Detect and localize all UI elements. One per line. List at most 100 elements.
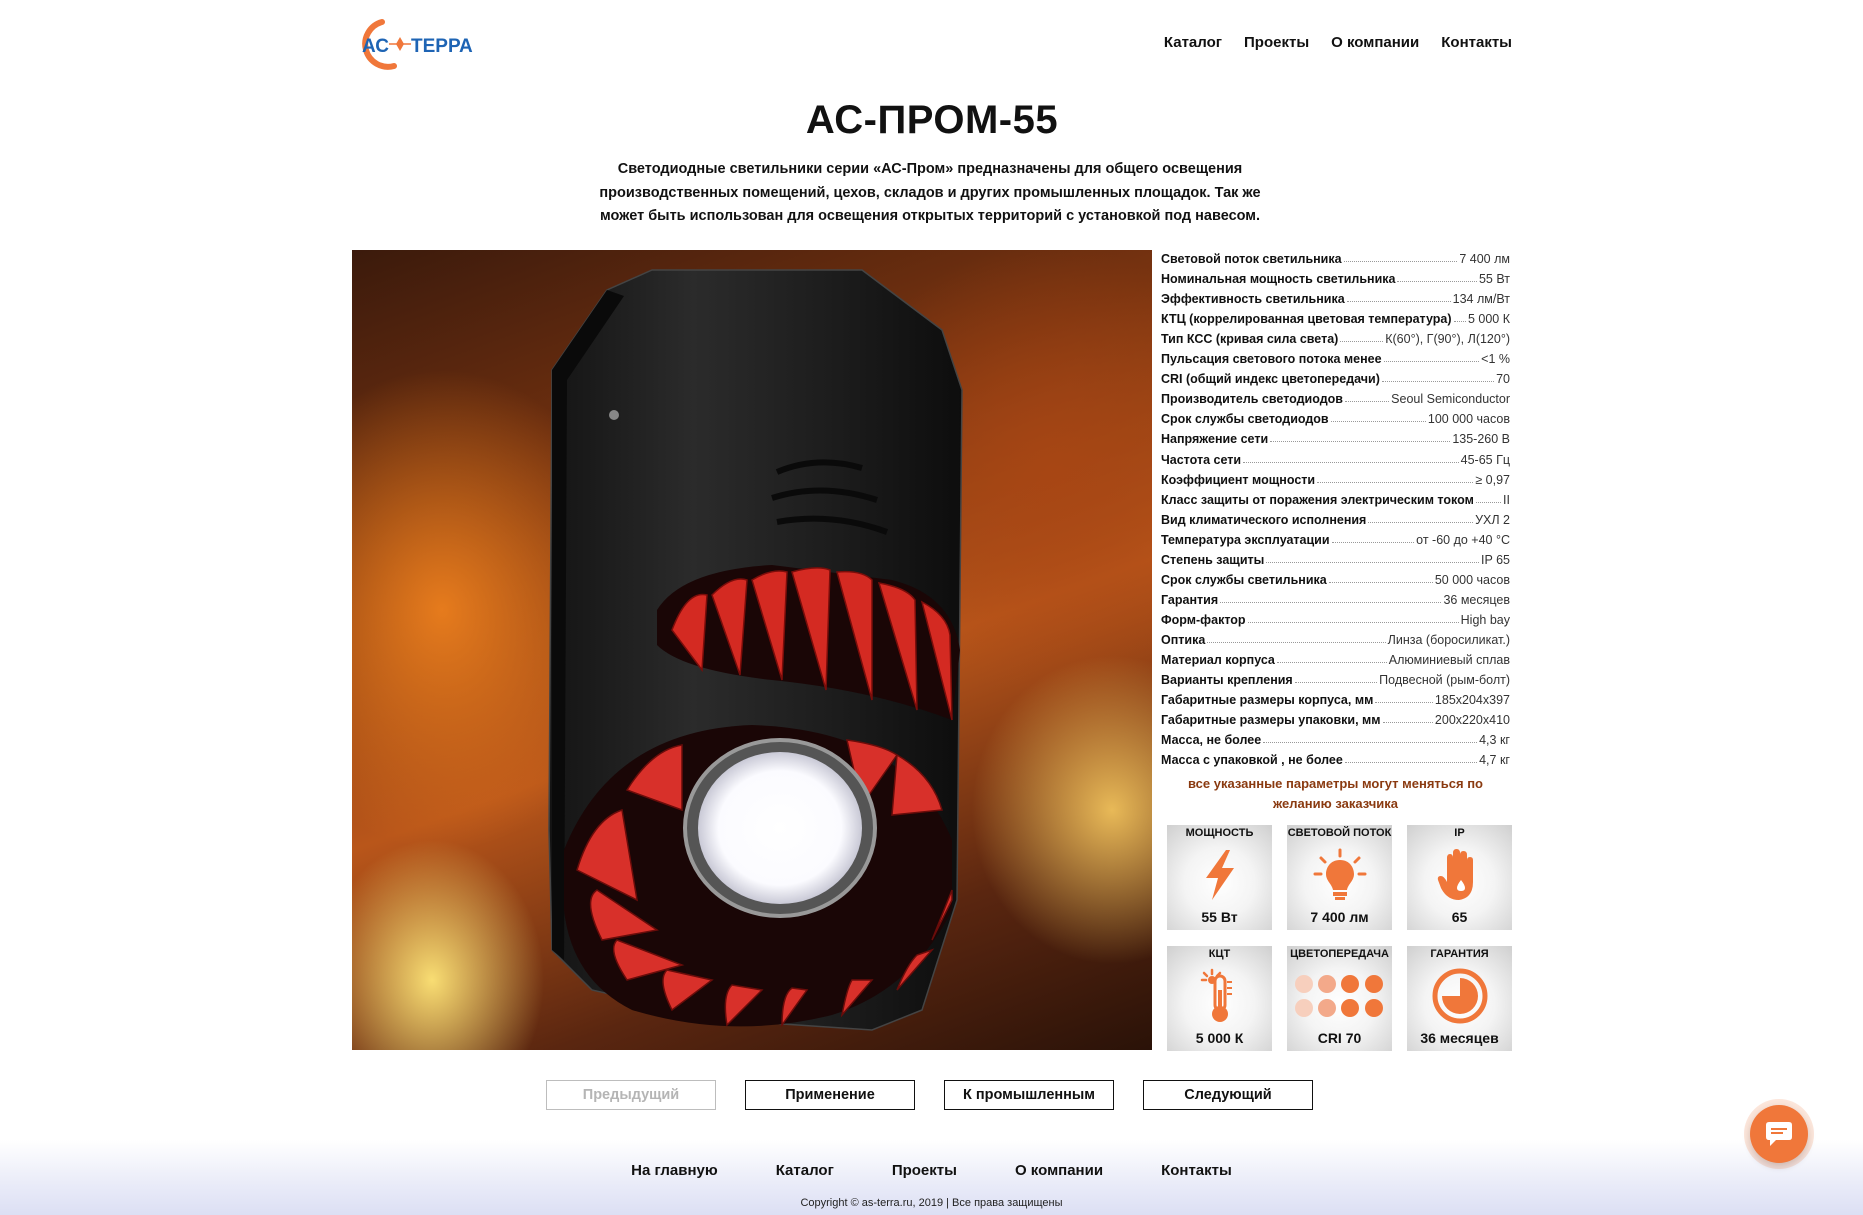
feature-badges: МОЩНОСТЬ 55 Вт СВЕТОВОЙ ПОТОК 7 400 лм I…: [1167, 825, 1512, 1051]
spec-leader: [1294, 682, 1378, 684]
chat-button[interactable]: [1750, 1105, 1808, 1163]
spec-value: 5 000 К: [1467, 312, 1510, 327]
spec-row: Производитель светодиодов Seoul Semicondu…: [1161, 386, 1510, 406]
product-image: [352, 250, 1152, 1050]
spec-key: Эффективность светильника: [1161, 292, 1345, 307]
spec-key: Частота сети: [1161, 452, 1242, 467]
spec-value: 50 000 часов: [1434, 572, 1510, 587]
spec-row: Габаритные размеры упаковки, мм 200х220х4…: [1161, 707, 1510, 727]
spec-leader: [1475, 501, 1502, 503]
spec-row: Материал корпуса Алюминиевый сплав: [1161, 647, 1510, 667]
badge-value: 7 400 лм: [1310, 909, 1369, 925]
spec-value: 185х204х397: [1434, 693, 1510, 708]
bulb-icon: [1313, 848, 1366, 900]
spec-value: 36 месяцев: [1443, 592, 1510, 607]
spec-value: Seoul Semiconductor: [1391, 392, 1510, 407]
spec-leader: [1263, 742, 1478, 744]
spec-row: Световой поток светильника 7 400 лм: [1161, 246, 1510, 266]
clock-icon: [1432, 968, 1487, 1024]
spec-key: Коэффициент мощности: [1161, 472, 1316, 487]
nav-projects[interactable]: Проекты: [1244, 34, 1309, 51]
nav-catalog[interactable]: Каталог: [1164, 34, 1222, 51]
spec-value: <1 %: [1481, 352, 1510, 367]
spec-value: 134 лм/Вт: [1452, 292, 1510, 307]
site-logo[interactable]: АС ТЕРРА: [352, 14, 482, 74]
spec-row: Пульсация светового потока менее <1 %: [1161, 346, 1510, 366]
site-header: АС ТЕРРА Каталог Проекты О компании Конт…: [352, 14, 1512, 74]
spec-key: Пульсация светового потока менее: [1161, 352, 1382, 367]
spec-key: Световой поток светильника: [1161, 252, 1342, 267]
application-button[interactable]: Применение: [745, 1080, 915, 1110]
badge-value: CRI 70: [1317, 1030, 1362, 1046]
spec-leader: [1381, 381, 1495, 383]
spec-key: Габаритные размеры корпуса, мм: [1161, 693, 1374, 708]
badge-label: ЦВЕТОПЕРЕДАЧА: [1290, 948, 1389, 960]
spec-value: 4,7 кг: [1479, 753, 1510, 768]
spec-leader: [1375, 702, 1433, 704]
spec-row: Форм-фактор High bay: [1161, 607, 1510, 627]
spec-leader: [1270, 441, 1451, 443]
spec-value: от -60 до +40 °С: [1416, 532, 1510, 547]
spec-value: IP 65: [1481, 552, 1510, 567]
spec-row: Температура эксплуатации от -60 до +40 °С: [1161, 527, 1510, 547]
spec-leader: [1328, 581, 1433, 583]
footer-nav-catalog[interactable]: Каталог: [776, 1162, 834, 1179]
spec-key: Номинальная мощность светильника: [1161, 272, 1396, 287]
site-footer: На главную Каталог Проекты О компании Ко…: [0, 1140, 1863, 1215]
nav-about[interactable]: О компании: [1331, 34, 1419, 51]
spec-table: Световой поток светильника 7 400 лм Номина…: [1161, 246, 1510, 767]
footer-nav-about[interactable]: О компании: [1015, 1162, 1103, 1179]
spec-value: Алюминиевый сплав: [1388, 652, 1510, 667]
spec-value: Линза (боросиликат.): [1387, 632, 1510, 647]
spec-value: 100 000 часов: [1427, 412, 1510, 427]
footer-nav-home[interactable]: На главную: [631, 1162, 718, 1179]
spec-row: Тип КСС (кривая сила света) К(60°), Г(90°…: [1161, 326, 1510, 346]
spec-leader: [1368, 521, 1474, 523]
spec-value: 70: [1496, 372, 1510, 387]
badge-value: 65: [1451, 909, 1468, 925]
badge-cct: КЦТ 5 000 К: [1167, 946, 1272, 1051]
badge-color-rendering: ЦВЕТОПЕРЕДАЧА CRI 70: [1287, 946, 1392, 1051]
spec-leader: [1207, 641, 1386, 643]
spec-leader: [1340, 341, 1384, 343]
badge-power: МОЩНОСТЬ 55 Вт: [1167, 825, 1272, 930]
hand-water-icon: [1437, 849, 1473, 900]
footer-nav-contacts[interactable]: Контакты: [1161, 1162, 1232, 1179]
next-button[interactable]: Следующий: [1143, 1080, 1313, 1110]
spec-row: Вид климатического исполнения УХЛ 2: [1161, 507, 1510, 527]
spec-key: Оптика: [1161, 632, 1206, 647]
nav-contacts[interactable]: Контакты: [1441, 34, 1512, 51]
product-pager: Предыдущий Применение К промышленным Сле…: [546, 1080, 1313, 1110]
spec-row: Гарантия 36 месяцев: [1161, 587, 1510, 607]
badge-warranty: ГАРАНТИЯ 36 месяцев: [1407, 946, 1512, 1051]
spec-leader: [1346, 301, 1451, 303]
spec-row: Коэффициент мощности ≥ 0,97: [1161, 467, 1510, 487]
spec-leader: [1220, 601, 1442, 603]
spec-leader: [1453, 321, 1466, 323]
spec-leader: [1383, 361, 1480, 363]
to-industrial-button[interactable]: К промышленным: [944, 1080, 1114, 1110]
spec-row: Эффективность светильника 134 лм/Вт: [1161, 286, 1510, 306]
spec-row: Номинальная мощность светильника 55 Вт: [1161, 266, 1510, 286]
dots-icon: [1294, 975, 1383, 1017]
spec-leader: [1247, 621, 1459, 623]
spec-value: 45-65 Гц: [1460, 452, 1510, 467]
spec-leader: [1331, 541, 1415, 543]
badge-label: КЦТ: [1208, 948, 1231, 960]
spec-leader: [1382, 722, 1433, 724]
spec-row: Масса с упаковкой , не более 4,7 кг: [1161, 747, 1510, 767]
logo-mark: АС ТЕРРА: [362, 19, 473, 70]
badge-label: СВЕТОВОЙ ПОТОК: [1287, 827, 1392, 839]
page-title: АС-ПРОМ-55: [805, 98, 1059, 142]
spec-value: 4,3 кг: [1479, 733, 1510, 748]
product-description: Светодиодные светильники серии «АС-Пром»…: [599, 161, 1261, 224]
spec-row: Варианты крепления Подвесной (рым-болт): [1161, 667, 1510, 687]
spec-key: Напряжение сети: [1161, 432, 1269, 447]
prev-button[interactable]: Предыдущий: [546, 1080, 716, 1110]
spec-leader: [1266, 561, 1480, 563]
footer-nav-projects[interactable]: Проекты: [892, 1162, 957, 1179]
spec-row: Степень защиты IP 65: [1161, 547, 1510, 567]
badge-label: IP: [1454, 827, 1465, 839]
spec-row: Класс защиты от поражения электрическим …: [1161, 487, 1510, 507]
spec-leader: [1397, 281, 1477, 283]
